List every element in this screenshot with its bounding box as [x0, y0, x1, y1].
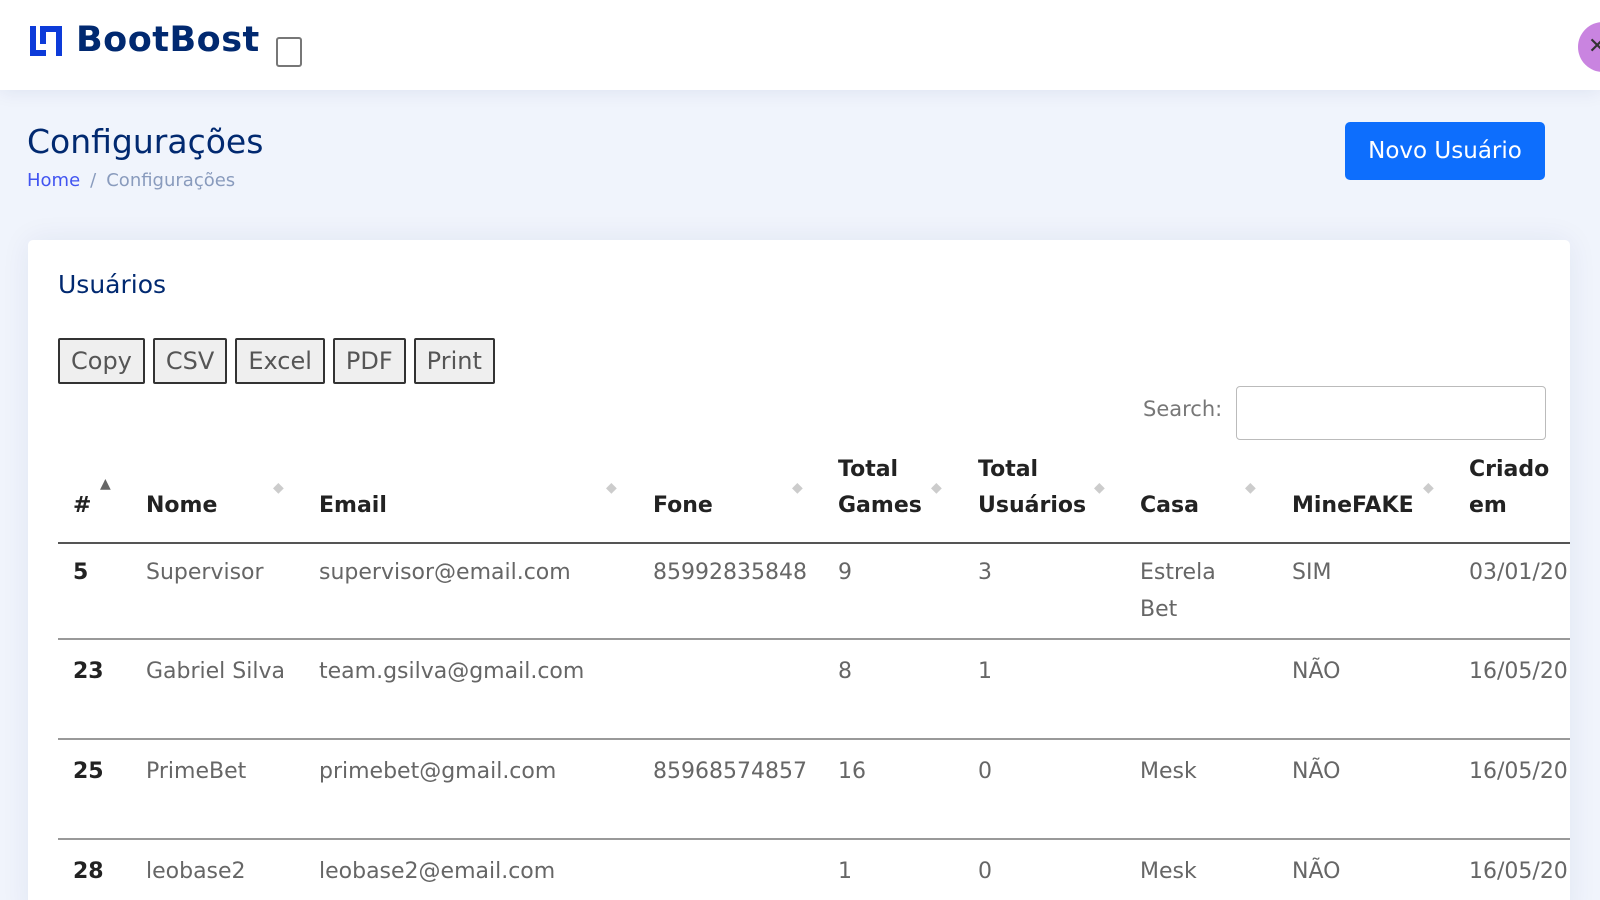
cell-total-usuarios: 0 — [978, 759, 992, 784]
sort-icon: ◆ — [273, 480, 284, 496]
column-header-casa[interactable]: Casa — [1140, 488, 1199, 524]
search-label: Search: — [1143, 397, 1223, 421]
avatar[interactable]: ✕ — [1578, 22, 1600, 72]
column-header-minefake[interactable]: MineFAKE — [1292, 488, 1414, 524]
cell-id: 25 — [73, 759, 104, 784]
cell-minefake: NÃO — [1292, 859, 1341, 884]
cell-total-games: 8 — [838, 659, 852, 684]
column-header-total-games[interactable]: Total — [838, 452, 898, 488]
cell-criado-em: 03/01/20 — [1469, 560, 1568, 585]
cell-minefake: NÃO — [1292, 659, 1341, 684]
sort-icon: ◆ — [1094, 480, 1105, 496]
column-header-criado-em-2[interactable]: em — [1469, 488, 1507, 524]
cell-nome: Gabriel Silva — [146, 659, 285, 684]
breadcrumb: Home / Configurações — [27, 170, 235, 191]
cell-criado-em: 16/05/20 — [1469, 859, 1568, 884]
sort-asc-icon: ▲ — [100, 476, 111, 492]
print-button[interactable]: Print — [413, 338, 495, 384]
cell-minefake: NÃO — [1292, 759, 1341, 784]
cell-id: 28 — [73, 859, 104, 884]
excel-button[interactable]: Excel — [235, 338, 325, 384]
cell-casa: Mesk — [1140, 759, 1197, 784]
sort-icon: ◆ — [1245, 480, 1256, 496]
row-divider — [58, 638, 1570, 640]
column-header-nome[interactable]: Nome — [146, 488, 217, 524]
column-header-email[interactable]: Email — [319, 488, 387, 524]
csv-button[interactable]: CSV — [152, 338, 228, 384]
breadcrumb-home-link[interactable]: Home — [27, 170, 80, 191]
cell-casa-line2: Bet — [1140, 597, 1178, 622]
sort-icon: ◆ — [792, 480, 803, 496]
row-divider — [58, 838, 1570, 840]
cell-nome: PrimeBet — [146, 759, 247, 784]
brand-name: BootBost — [76, 20, 260, 60]
page-title: Configurações — [27, 122, 264, 161]
brand-logo[interactable]: BootBost — [26, 20, 260, 60]
search-input[interactable] — [1236, 386, 1546, 440]
cell-total-games: 9 — [838, 560, 852, 585]
pdf-button[interactable]: PDF — [332, 338, 406, 384]
cell-email: team.gsilva@gmail.com — [319, 659, 585, 684]
cell-fone: 85992835848 — [653, 560, 807, 585]
column-header-total-usuarios-2[interactable]: Usuários — [978, 488, 1086, 524]
logo-icon — [30, 26, 62, 56]
cell-id: 5 — [73, 560, 89, 585]
card-title: Usuários — [58, 270, 167, 299]
user-icon: ✕ — [1588, 34, 1600, 59]
row-divider — [58, 738, 1570, 740]
cell-total-usuarios: 3 — [978, 560, 992, 585]
table-header-divider — [58, 542, 1570, 544]
column-header-criado-em[interactable]: Criado — [1469, 452, 1549, 488]
cell-minefake: SIM — [1292, 560, 1332, 585]
users-card: Usuários Copy CSV Excel PDF Print Search… — [28, 240, 1570, 900]
breadcrumb-current: Configurações — [106, 170, 236, 191]
cell-email: primebet@gmail.com — [319, 759, 557, 784]
sort-icon: ◆ — [606, 480, 617, 496]
copy-button[interactable]: Copy — [58, 338, 145, 384]
export-toolbar: Copy CSV Excel PDF Print — [58, 338, 495, 384]
sort-icon: ◆ — [1423, 480, 1434, 496]
cell-nome: Supervisor — [146, 560, 264, 585]
cell-nome: leobase2 — [146, 859, 246, 884]
cell-total-games: 16 — [838, 759, 866, 784]
breadcrumb-separator: / — [90, 170, 97, 191]
cell-total-usuarios: 1 — [978, 659, 992, 684]
sort-icon: ◆ — [931, 480, 942, 496]
column-header-total-games-2[interactable]: Games — [838, 488, 922, 524]
cell-email: leobase2@email.com — [319, 859, 556, 884]
cell-total-usuarios: 0 — [978, 859, 992, 884]
cell-email: supervisor@email.com — [319, 560, 571, 585]
column-header-fone[interactable]: Fone — [653, 488, 713, 524]
cell-fone: 85968574857 — [653, 759, 807, 784]
cell-casa: Mesk — [1140, 859, 1197, 884]
cell-criado-em: 16/05/20 — [1469, 659, 1568, 684]
new-user-button[interactable]: Novo Usuário — [1345, 122, 1545, 180]
cell-casa: Estrela — [1140, 560, 1216, 585]
cell-id: 23 — [73, 659, 104, 684]
sidebar-toggle-button[interactable] — [276, 37, 302, 67]
top-bar: BootBost ✕ — [0, 0, 1600, 90]
cell-criado-em: 16/05/20 — [1469, 759, 1568, 784]
cell-total-games: 1 — [838, 859, 852, 884]
column-header-id[interactable]: # — [73, 488, 91, 524]
column-header-total-usuarios[interactable]: Total — [978, 452, 1038, 488]
